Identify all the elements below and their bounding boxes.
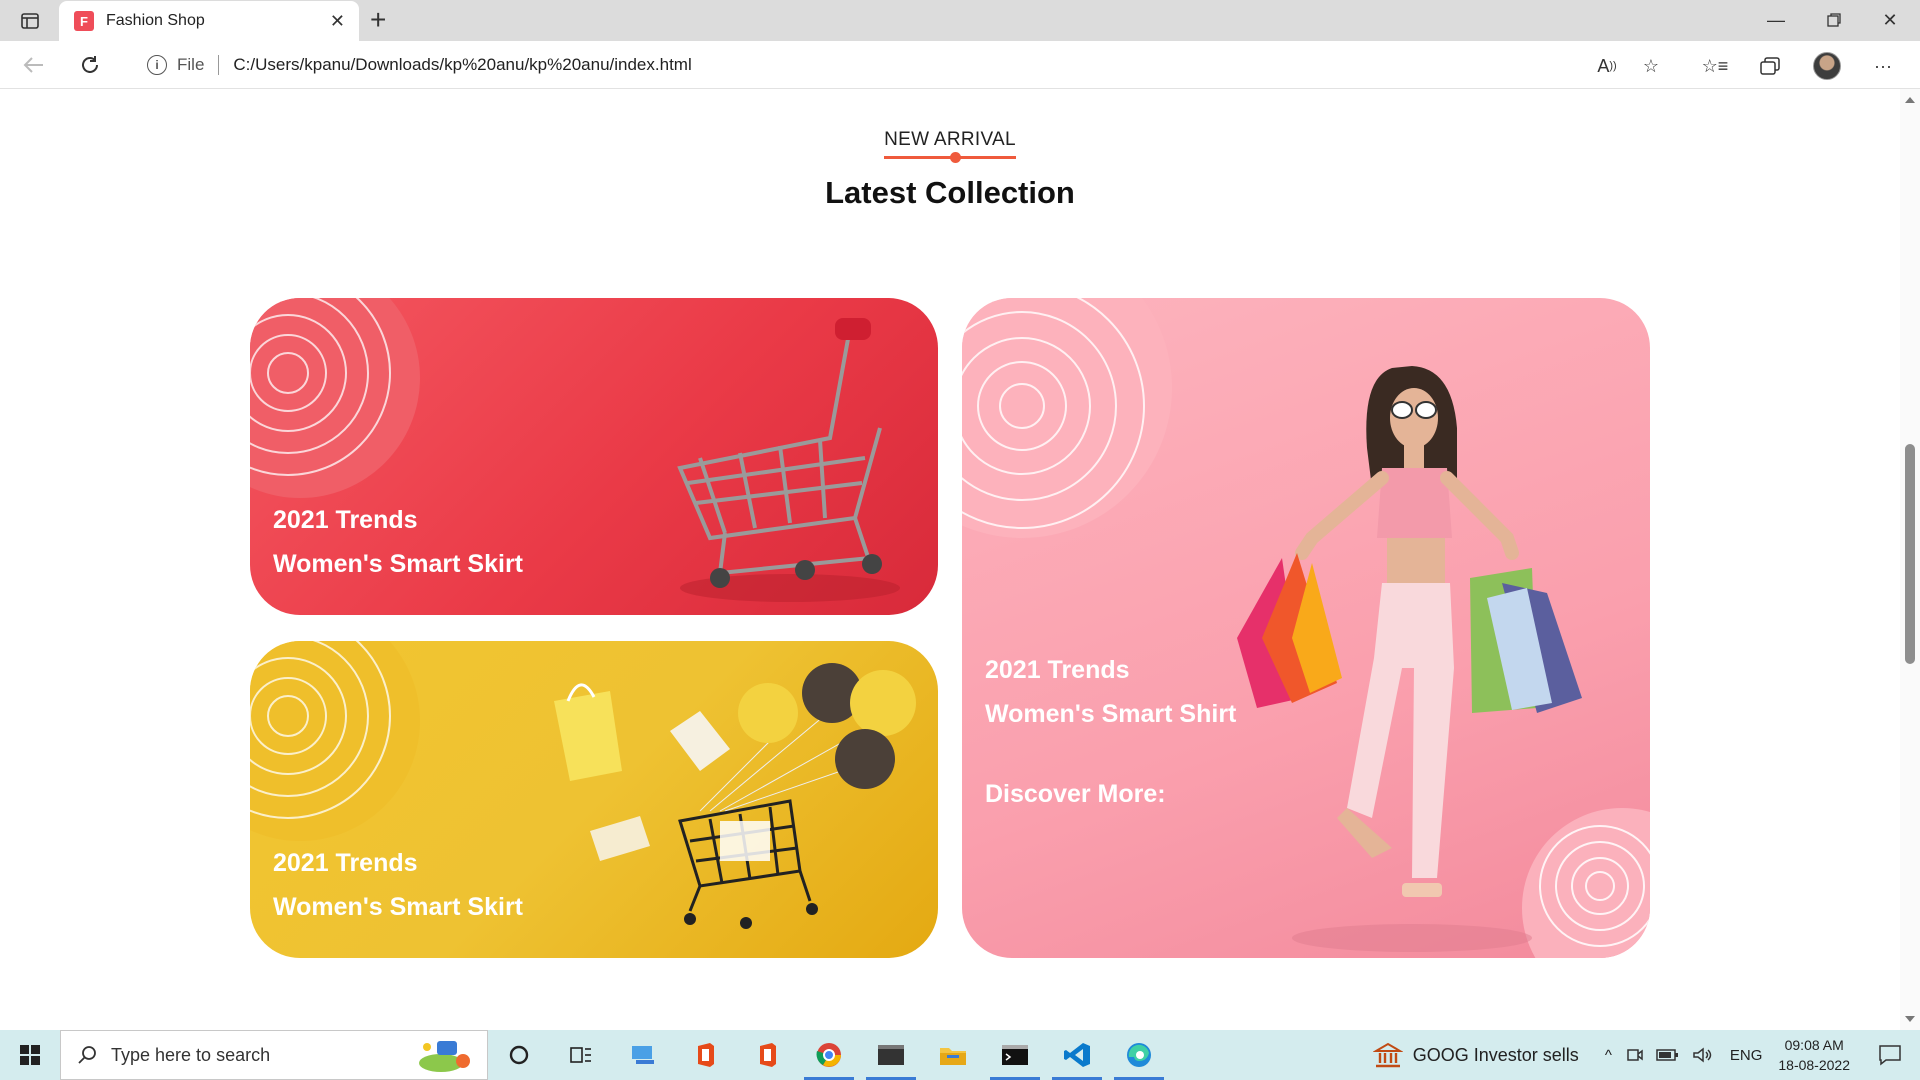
news-ticker[interactable]: GOOG Investor sells xyxy=(1413,1045,1579,1066)
collections-icon[interactable] xyxy=(1755,51,1785,81)
chevron-up-icon[interactable]: ^ xyxy=(1605,1047,1612,1064)
collection-card-pink[interactable]: 2021 Trends Women's Smart Shirt Discover… xyxy=(962,298,1650,958)
edge-icon[interactable] xyxy=(1108,1030,1170,1080)
scroll-up-icon[interactable] xyxy=(1905,97,1915,103)
office-icon[interactable] xyxy=(736,1030,798,1080)
bank-icon[interactable] xyxy=(1372,1041,1403,1069)
card-caption: 2021 Trends Women's Smart Skirt xyxy=(273,498,523,586)
section-title: Latest Collection xyxy=(825,175,1075,210)
card-title: Women's Smart Skirt xyxy=(273,550,523,578)
section-header: NEW ARRIVAL Latest Collection xyxy=(0,129,1900,211)
concentric-rings-graphic xyxy=(250,298,391,476)
underline-dot xyxy=(949,152,961,163)
windows-taskbar: Type here to search GOOG Investor sells … xyxy=(0,1030,1920,1080)
read-aloud-icon[interactable]: A)) xyxy=(1592,51,1622,81)
bags-balloons-cart-graphic xyxy=(554,663,916,929)
site-info-icon[interactable]: i xyxy=(147,55,167,75)
browser-toolbar: i File C:/Users/kpanu/Downloads/kp%20anu… xyxy=(0,41,1920,89)
window-close-icon[interactable]: ✕ xyxy=(1862,0,1918,40)
model-with-bags-graphic xyxy=(1237,366,1582,952)
meet-now-icon[interactable] xyxy=(1626,1046,1644,1064)
new-arrival-eyebrow: NEW ARRIVAL xyxy=(884,129,1016,163)
computer-icon[interactable] xyxy=(612,1030,674,1080)
search-icon xyxy=(78,1046,96,1064)
search-placeholder: Type here to search xyxy=(111,1044,271,1065)
taskbar-clock[interactable]: 09:08 AM 18-08-2022 xyxy=(1778,1035,1850,1075)
minimize-icon[interactable]: — xyxy=(1748,0,1804,40)
terminal-icon[interactable] xyxy=(860,1030,922,1080)
profile-avatar[interactable] xyxy=(1812,51,1842,81)
cmd-icon[interactable] xyxy=(984,1030,1046,1080)
favorites-icon[interactable]: ☆≡ xyxy=(1700,51,1730,81)
battery-icon[interactable] xyxy=(1656,1046,1680,1064)
clock-time: 09:08 AM xyxy=(1784,1037,1844,1053)
new-tab-icon[interactable]: + xyxy=(370,6,386,34)
tab-fashion-shop[interactable]: F Fashion Shop ✕ xyxy=(59,1,359,41)
volume-icon[interactable] xyxy=(1692,1046,1716,1064)
search-highlight-icon xyxy=(419,1041,470,1072)
concentric-rings-graphic xyxy=(250,641,391,819)
browser-tab-bar: F Fashion Shop ✕ + — ✕ xyxy=(0,0,1920,41)
language-indicator[interactable]: ENG xyxy=(1730,1047,1763,1064)
settings-more-icon[interactable]: ··· xyxy=(1868,51,1898,81)
address-url[interactable]: C:/Users/kpanu/Downloads/kp%20anu/kp%20a… xyxy=(233,55,691,75)
collection-card-red[interactable]: 2021 Trends Women's Smart Skirt xyxy=(250,298,938,615)
taskbar-search-box[interactable]: Type here to search xyxy=(60,1030,488,1080)
cortana-icon[interactable] xyxy=(488,1030,550,1080)
tab-close-icon[interactable]: ✕ xyxy=(330,11,345,32)
clock-date: 18-08-2022 xyxy=(1778,1057,1850,1073)
notifications-icon[interactable] xyxy=(1878,1044,1902,1066)
card-title: Women's Smart Skirt xyxy=(273,893,523,921)
card-subtitle: 2021 Trends xyxy=(273,506,418,534)
card-caption: 2021 Trends Women's Smart Skirt xyxy=(273,841,523,929)
add-favorite-icon[interactable]: ☆ xyxy=(1636,51,1666,81)
restore-icon[interactable] xyxy=(1806,0,1862,40)
site-favicon-icon: F xyxy=(74,11,94,31)
address-field[interactable]: i File C:/Users/kpanu/Downloads/kp%20anu… xyxy=(125,45,1680,85)
tab-actions-icon[interactable] xyxy=(14,8,46,34)
vscode-icon[interactable] xyxy=(1046,1030,1108,1080)
collection-card-yellow[interactable]: 2021 Trends Women's Smart Skirt xyxy=(250,641,938,958)
address-scheme-label: File xyxy=(177,55,205,74)
discover-more-link[interactable]: Discover More: xyxy=(985,772,1236,816)
card-subtitle: 2021 Trends xyxy=(985,656,1130,684)
scroll-down-icon[interactable] xyxy=(1905,1016,1915,1022)
card-title: Women's Smart Shirt xyxy=(985,700,1237,728)
card-subtitle: 2021 Trends xyxy=(273,849,418,877)
eyebrow-underline xyxy=(884,152,1016,163)
address-separator xyxy=(218,55,220,75)
eyebrow-text: NEW ARRIVAL xyxy=(884,129,1016,150)
tab-title: Fashion Shop xyxy=(106,12,205,29)
task-view-icon[interactable] xyxy=(550,1030,612,1080)
concentric-rings-graphic xyxy=(962,298,1145,529)
card-caption: 2021 Trends Women's Smart Shirt Discover… xyxy=(985,648,1236,816)
windows-start-icon[interactable] xyxy=(0,1030,60,1080)
office-icon[interactable] xyxy=(674,1030,736,1080)
file-explorer-icon[interactable] xyxy=(922,1030,984,1080)
page-viewport: NEW ARRIVAL Latest Collection 2021 Trend… xyxy=(0,89,1900,1030)
back-icon[interactable] xyxy=(20,51,48,79)
scrollbar-thumb[interactable] xyxy=(1905,444,1915,664)
page-scrollbar[interactable] xyxy=(1900,89,1920,1030)
chrome-icon[interactable] xyxy=(798,1030,860,1080)
system-tray: GOOG Investor sells ^ ENG 09:08 AM 18-08… xyxy=(1372,1030,1920,1080)
shopping-cart-graphic xyxy=(677,318,900,602)
refresh-icon[interactable] xyxy=(76,51,104,79)
